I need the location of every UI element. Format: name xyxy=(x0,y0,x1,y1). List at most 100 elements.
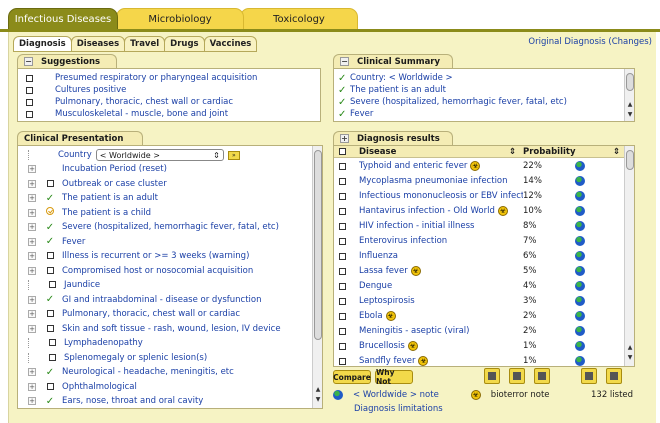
globe-icon[interactable] xyxy=(575,281,585,291)
suggestion-item[interactable]: Cultures positive xyxy=(26,84,126,96)
table-row[interactable]: Sandfly fever ☣ 1% xyxy=(334,355,624,367)
expand-icon[interactable]: + xyxy=(28,310,36,318)
row-checkbox[interactable] xyxy=(339,162,346,170)
disease-name[interactable]: Typhoid and enteric fever xyxy=(359,161,467,171)
presentation-item[interactable]: + Illness is recurrent or >= 3 weeks (war… xyxy=(28,250,249,262)
presentation-item[interactable]: + ✓ Neurological - headache, meningitis, e… xyxy=(28,366,234,378)
globe-icon[interactable] xyxy=(575,236,585,246)
expand-icon[interactable]: + xyxy=(28,252,36,260)
col-probability[interactable]: Probability xyxy=(523,147,613,157)
check-icon[interactable]: ✓ xyxy=(46,294,55,305)
row-checkbox[interactable] xyxy=(339,177,346,185)
disease-name[interactable]: Brucellosis xyxy=(359,341,405,351)
row-checkbox[interactable] xyxy=(339,282,346,290)
checkbox[interactable] xyxy=(46,324,54,332)
checkbox[interactable] xyxy=(48,339,56,346)
check-icon[interactable]: ✓ xyxy=(46,367,55,378)
row-checkbox[interactable] xyxy=(339,312,346,320)
presentation-item[interactable]: + The patient is a child xyxy=(28,207,151,219)
scroll-thumb[interactable] xyxy=(314,150,322,340)
globe-icon[interactable] xyxy=(575,266,585,276)
row-checkbox[interactable] xyxy=(339,192,346,200)
disease-name[interactable]: Hantavirus infection - Old World xyxy=(359,206,495,216)
presentation-item[interactable]: + ✓ Fever xyxy=(28,236,85,248)
filter-icon[interactable] xyxy=(534,368,550,384)
presentation-scrollbar[interactable]: ▲ ▼ xyxy=(312,146,322,408)
row-checkbox[interactable] xyxy=(339,207,346,215)
presentation-item[interactable]: + ✓ Ears, nose, throat and oral cavity xyxy=(28,395,203,407)
row-checkbox[interactable] xyxy=(339,267,346,275)
table-row[interactable]: Influenza 6% xyxy=(334,250,624,262)
tab-toxicology[interactable]: Toxicology xyxy=(240,8,358,30)
row-checkbox[interactable] xyxy=(339,237,346,245)
scroll-down-icon[interactable]: ▼ xyxy=(625,111,635,119)
checkbox[interactable] xyxy=(48,281,56,288)
diagnosis-limitations-link[interactable]: Diagnosis limitations xyxy=(354,403,443,415)
save-icon[interactable] xyxy=(484,368,500,384)
country-select[interactable]: < Worldwide > ⇕ xyxy=(95,149,224,161)
disease-name[interactable]: Meningitis - aseptic (viral) xyxy=(359,326,469,336)
disease-name[interactable]: Enterovirus infection xyxy=(359,236,447,246)
collapse-icon[interactable]: − xyxy=(24,57,33,66)
globe-icon[interactable] xyxy=(575,356,585,366)
checkbox[interactable] xyxy=(48,353,56,361)
sort-icon[interactable]: ⇕ xyxy=(509,147,519,157)
print-icon[interactable] xyxy=(581,368,597,384)
expand-icon[interactable]: + xyxy=(28,208,36,217)
table-row[interactable]: Mycoplasma pneumoniae infection 14% xyxy=(334,175,624,187)
table-row[interactable]: Hantavirus infection - Old World ☣ 10% xyxy=(334,205,624,217)
presentation-item[interactable]: + Skin and soft tissue - rash, wound, les… xyxy=(28,323,281,335)
checkbox[interactable] xyxy=(26,110,33,118)
globe-icon[interactable] xyxy=(575,206,585,216)
expand-icon[interactable]: + xyxy=(28,179,36,188)
table-row[interactable]: Typhoid and enteric fever ☣ 22% xyxy=(334,160,624,172)
globe-icon[interactable] xyxy=(575,311,585,321)
scroll-thumb[interactable] xyxy=(626,150,634,170)
original-diagnosis-link[interactable]: Original Diagnosis (Changes) xyxy=(528,37,652,47)
export-icon[interactable] xyxy=(606,368,622,384)
expand-icon[interactable]: + xyxy=(28,295,36,304)
disease-name[interactable]: Infectious mononucleosis or EBV infectio… xyxy=(359,191,523,201)
presentation-item[interactable]: Splenomegaly or splenic lesion(s) xyxy=(28,352,207,364)
presentation-item[interactable]: + Ophthalmological xyxy=(28,381,137,393)
expand-icon[interactable]: + xyxy=(28,237,36,246)
presentation-item[interactable]: + ✓ Severe (hospitalized, hemorrhagic feve… xyxy=(28,221,279,233)
disease-name[interactable]: Mycoplasma pneumoniae infection xyxy=(359,176,508,186)
go-icon[interactable]: » xyxy=(227,150,240,160)
check-icon[interactable]: ✓ xyxy=(46,236,55,247)
presentation-item[interactable]: Lymphadenopathy xyxy=(28,337,143,349)
subtab-diagnosis[interactable]: Diagnosis xyxy=(13,36,72,52)
disease-name[interactable]: HIV infection - initial illness xyxy=(359,221,474,231)
table-row[interactable]: HIV infection - initial illness 8% xyxy=(334,220,624,232)
table-row[interactable]: Enterovirus infection 7% xyxy=(334,235,624,247)
tab-microbiology[interactable]: Microbiology xyxy=(116,8,244,30)
presentation-item[interactable]: + ✓ GI and intraabdominal - disease or dys… xyxy=(28,294,262,306)
results-scrollbar[interactable]: ▲ ▼ xyxy=(624,146,634,366)
why-not-button[interactable]: Why Not xyxy=(375,368,413,386)
checkbox[interactable] xyxy=(46,252,54,259)
select-all-checkbox[interactable] xyxy=(339,148,346,155)
disease-name[interactable]: Sandfly fever xyxy=(359,356,415,366)
globe-icon[interactable] xyxy=(575,326,585,336)
presentation-item[interactable]: + Incubation Period (reset) xyxy=(28,163,167,175)
check-icon[interactable]: ✓ xyxy=(46,222,55,233)
scroll-down-icon[interactable]: ▼ xyxy=(625,354,635,362)
summary-scrollbar[interactable]: ▲ ▼ xyxy=(624,69,634,121)
compare-button[interactable]: Compare xyxy=(333,370,371,384)
worldwide-note[interactable]: < Worldwide > note xyxy=(353,390,439,400)
suggestion-item[interactable]: Presumed respiratory or pharyngeal acqui… xyxy=(26,72,257,84)
row-checkbox[interactable] xyxy=(339,357,346,365)
disease-name[interactable]: Lassa fever xyxy=(359,266,408,276)
expand-icon[interactable]: + xyxy=(28,165,36,173)
expand-icon[interactable]: + xyxy=(28,194,36,202)
disease-name[interactable]: Dengue xyxy=(359,281,392,291)
checkbox[interactable] xyxy=(46,266,54,274)
table-row[interactable]: Brucellosis ☣ 1% xyxy=(334,340,624,352)
globe-icon[interactable] xyxy=(575,251,585,261)
globe-icon[interactable] xyxy=(575,176,585,186)
checkbox[interactable] xyxy=(26,74,33,82)
globe-icon[interactable] xyxy=(575,191,585,201)
globe-icon[interactable] xyxy=(575,221,585,231)
subtab-vaccines[interactable]: Vaccines xyxy=(203,36,258,52)
subtab-drugs[interactable]: Drugs xyxy=(164,36,205,52)
